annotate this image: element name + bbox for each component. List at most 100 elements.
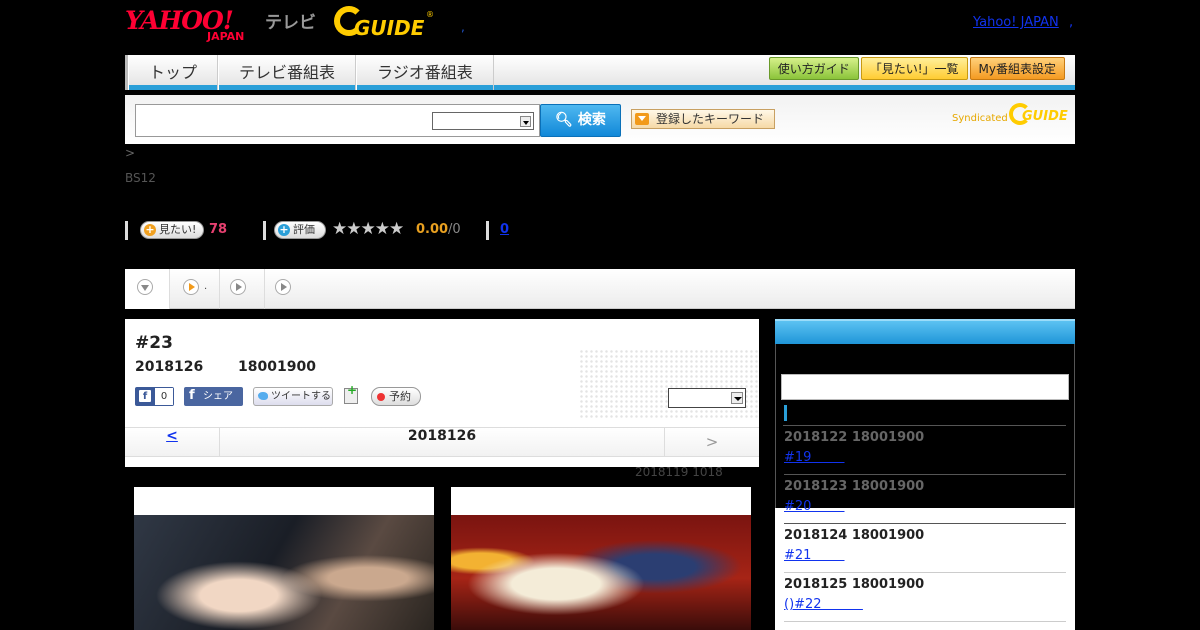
drama-still-image [134,515,434,630]
header-link-suffix: , [1069,15,1074,30]
channel-name: BS12 [125,171,156,185]
registered-keywords-label: 登録したキーワード [656,112,765,126]
usage-guide-button[interactable]: 使い方ガイド [768,57,859,80]
gguide-logo-text: GUIDE [354,16,425,40]
sidebar-search-input[interactable] [781,374,1069,400]
tab-1-label: . [204,281,208,292]
episode-select[interactable] [668,388,746,408]
search-button-label: 検索 [577,112,606,128]
dropdown-arrow-icon [635,113,649,125]
search-icon: 🔍︎ [555,112,573,128]
my-schedule-settings-button[interactable]: My番組表設定 [969,57,1065,80]
drama-still-image [451,515,751,630]
rating-total: /0 [448,222,461,237]
list-item-link[interactable]: #20 [784,499,845,514]
episode-pager: < 2018126 > [125,427,759,457]
episode-panel: #23 2018126 18001900 f 0 f シェア ツイートする 予約 [125,319,759,467]
detail-tabs: . [125,269,1075,309]
episode-title: #23 [135,333,173,353]
gguide-logo[interactable]: GUIDE ® [334,6,434,42]
tab-1[interactable]: . [170,269,220,309]
tab-3[interactable] [265,269,310,309]
list-item-date: 2018123 18001900 [784,479,925,494]
facebook-share-button[interactable]: f シェア [184,387,243,406]
facebook-share-label: シェア [203,391,233,402]
list-item-link[interactable]: #19 [784,450,845,465]
play-icon [183,279,199,295]
facebook-like-count: 0 [155,388,173,405]
rate-button[interactable]: + 評価 [274,221,326,239]
divider [263,221,266,240]
facebook-icon: f [189,388,195,403]
divider [125,221,128,240]
main-nav: トップ テレビ番組表 ラジオ番組表 使い方ガイド 「見たい!」一覧 My番組表設… [125,55,1075,90]
next-episode-link[interactable]: > [664,428,759,456]
episode-date: 2018126 [135,359,204,375]
prev-episode-link[interactable]: < [125,428,220,456]
japan-logo-text: JAPAN [207,30,245,43]
reserve-button[interactable]: 予約 [371,387,421,406]
syndicated-text: Syndicated [952,113,1008,124]
list-item: 2018124 18001900 #21 [784,524,1066,573]
list-item-date: 2018125 18001900 [784,577,925,592]
syndicated-gguide-logo: Syndicated GUIDE [952,103,1068,129]
sidebar-section-marker [784,405,787,421]
nav-tabs: トップ テレビ番組表 ラジオ番組表 [125,55,494,90]
dotted-decoration [579,349,759,419]
divider [486,221,489,240]
chevron-down-icon [137,279,153,295]
list-item-link[interactable]: ()#22 [784,597,863,612]
list-item-date: 2018122 18001900 [784,430,925,445]
nav-buttons: 使い方ガイド 「見たい!」一覧 My番組表設定 [768,57,1065,80]
play-icon [230,279,246,295]
want-button[interactable]: + 見たい! [140,221,204,239]
search-category-select[interactable] [432,112,534,130]
plus-icon: + [278,223,290,236]
reserve-label: 予約 [389,390,411,403]
tab-collapse[interactable] [125,269,170,309]
tab-2[interactable] [220,269,265,309]
episode-image-2[interactable] [451,487,751,630]
nav-tab-top[interactable]: トップ [128,55,219,90]
rating-stars: ★★★★★ [332,219,404,239]
rating-score: 0.00 [416,222,449,237]
twitter-bird-icon [258,392,268,400]
rate-label: 評価 [293,223,315,236]
review-count-link[interactable]: 0 [500,222,509,237]
list-item: 2018122 18001900 #19 [784,426,1066,475]
rating-row: + 見たい! 78 + 評価 ★★★★★ 0.00 /0 0 [125,219,725,242]
tweet-label: ツイートする [271,391,331,402]
want-label: 見たい! [159,223,197,236]
play-icon [275,279,291,295]
registered-mark: ® [426,10,434,19]
plus-icon: + [144,223,156,236]
tv-logo-text[interactable]: テレビ [265,8,316,33]
want-count: 78 [209,222,228,237]
page: YAHOO! JAPAN テレビ GUIDE ® , Yahoo! JAPAN … [0,0,1200,630]
yahoo-japan-logo[interactable]: YAHOO! JAPAN [125,6,265,43]
header-separator: , [461,20,465,34]
add-bookmark-icon[interactable] [344,383,358,404]
chevron-down-icon [520,116,531,127]
chevron-down-icon [731,392,743,404]
syndicated-logo-text: GUIDE [1022,109,1068,124]
list-item-date: 2018124 18001900 [784,528,925,543]
list-item: 2018125 18001900 ()#22 [784,573,1066,622]
yahoo-japan-link[interactable]: Yahoo! JAPAN [973,15,1059,30]
search-button[interactable]: 🔍︎ 検索 [540,104,621,137]
episode-list: 2018122 18001900 #19 2018123 18001900 #2… [775,426,1075,630]
facebook-like-button[interactable]: f 0 [135,387,174,406]
episode-image-1[interactable] [134,487,434,630]
nav-tab-radio-schedule[interactable]: ラジオ番組表 [356,55,494,90]
list-item: 2018123 18001900 #20 [784,475,1066,524]
registered-keywords-button[interactable]: 登録したキーワード [631,109,775,129]
record-icon [377,393,385,401]
list-item-link[interactable]: #21 [784,548,845,563]
breadcrumb[interactable]: > [125,146,135,160]
episode-time: 18001900 [238,359,316,375]
tweet-button[interactable]: ツイートする [253,387,333,406]
sidebar-header [775,319,1075,344]
current-episode-date: 2018126 [407,428,477,444]
want-list-button[interactable]: 「見たい!」一覧 [860,57,968,80]
nav-tab-tv-schedule[interactable]: テレビ番組表 [218,55,357,90]
